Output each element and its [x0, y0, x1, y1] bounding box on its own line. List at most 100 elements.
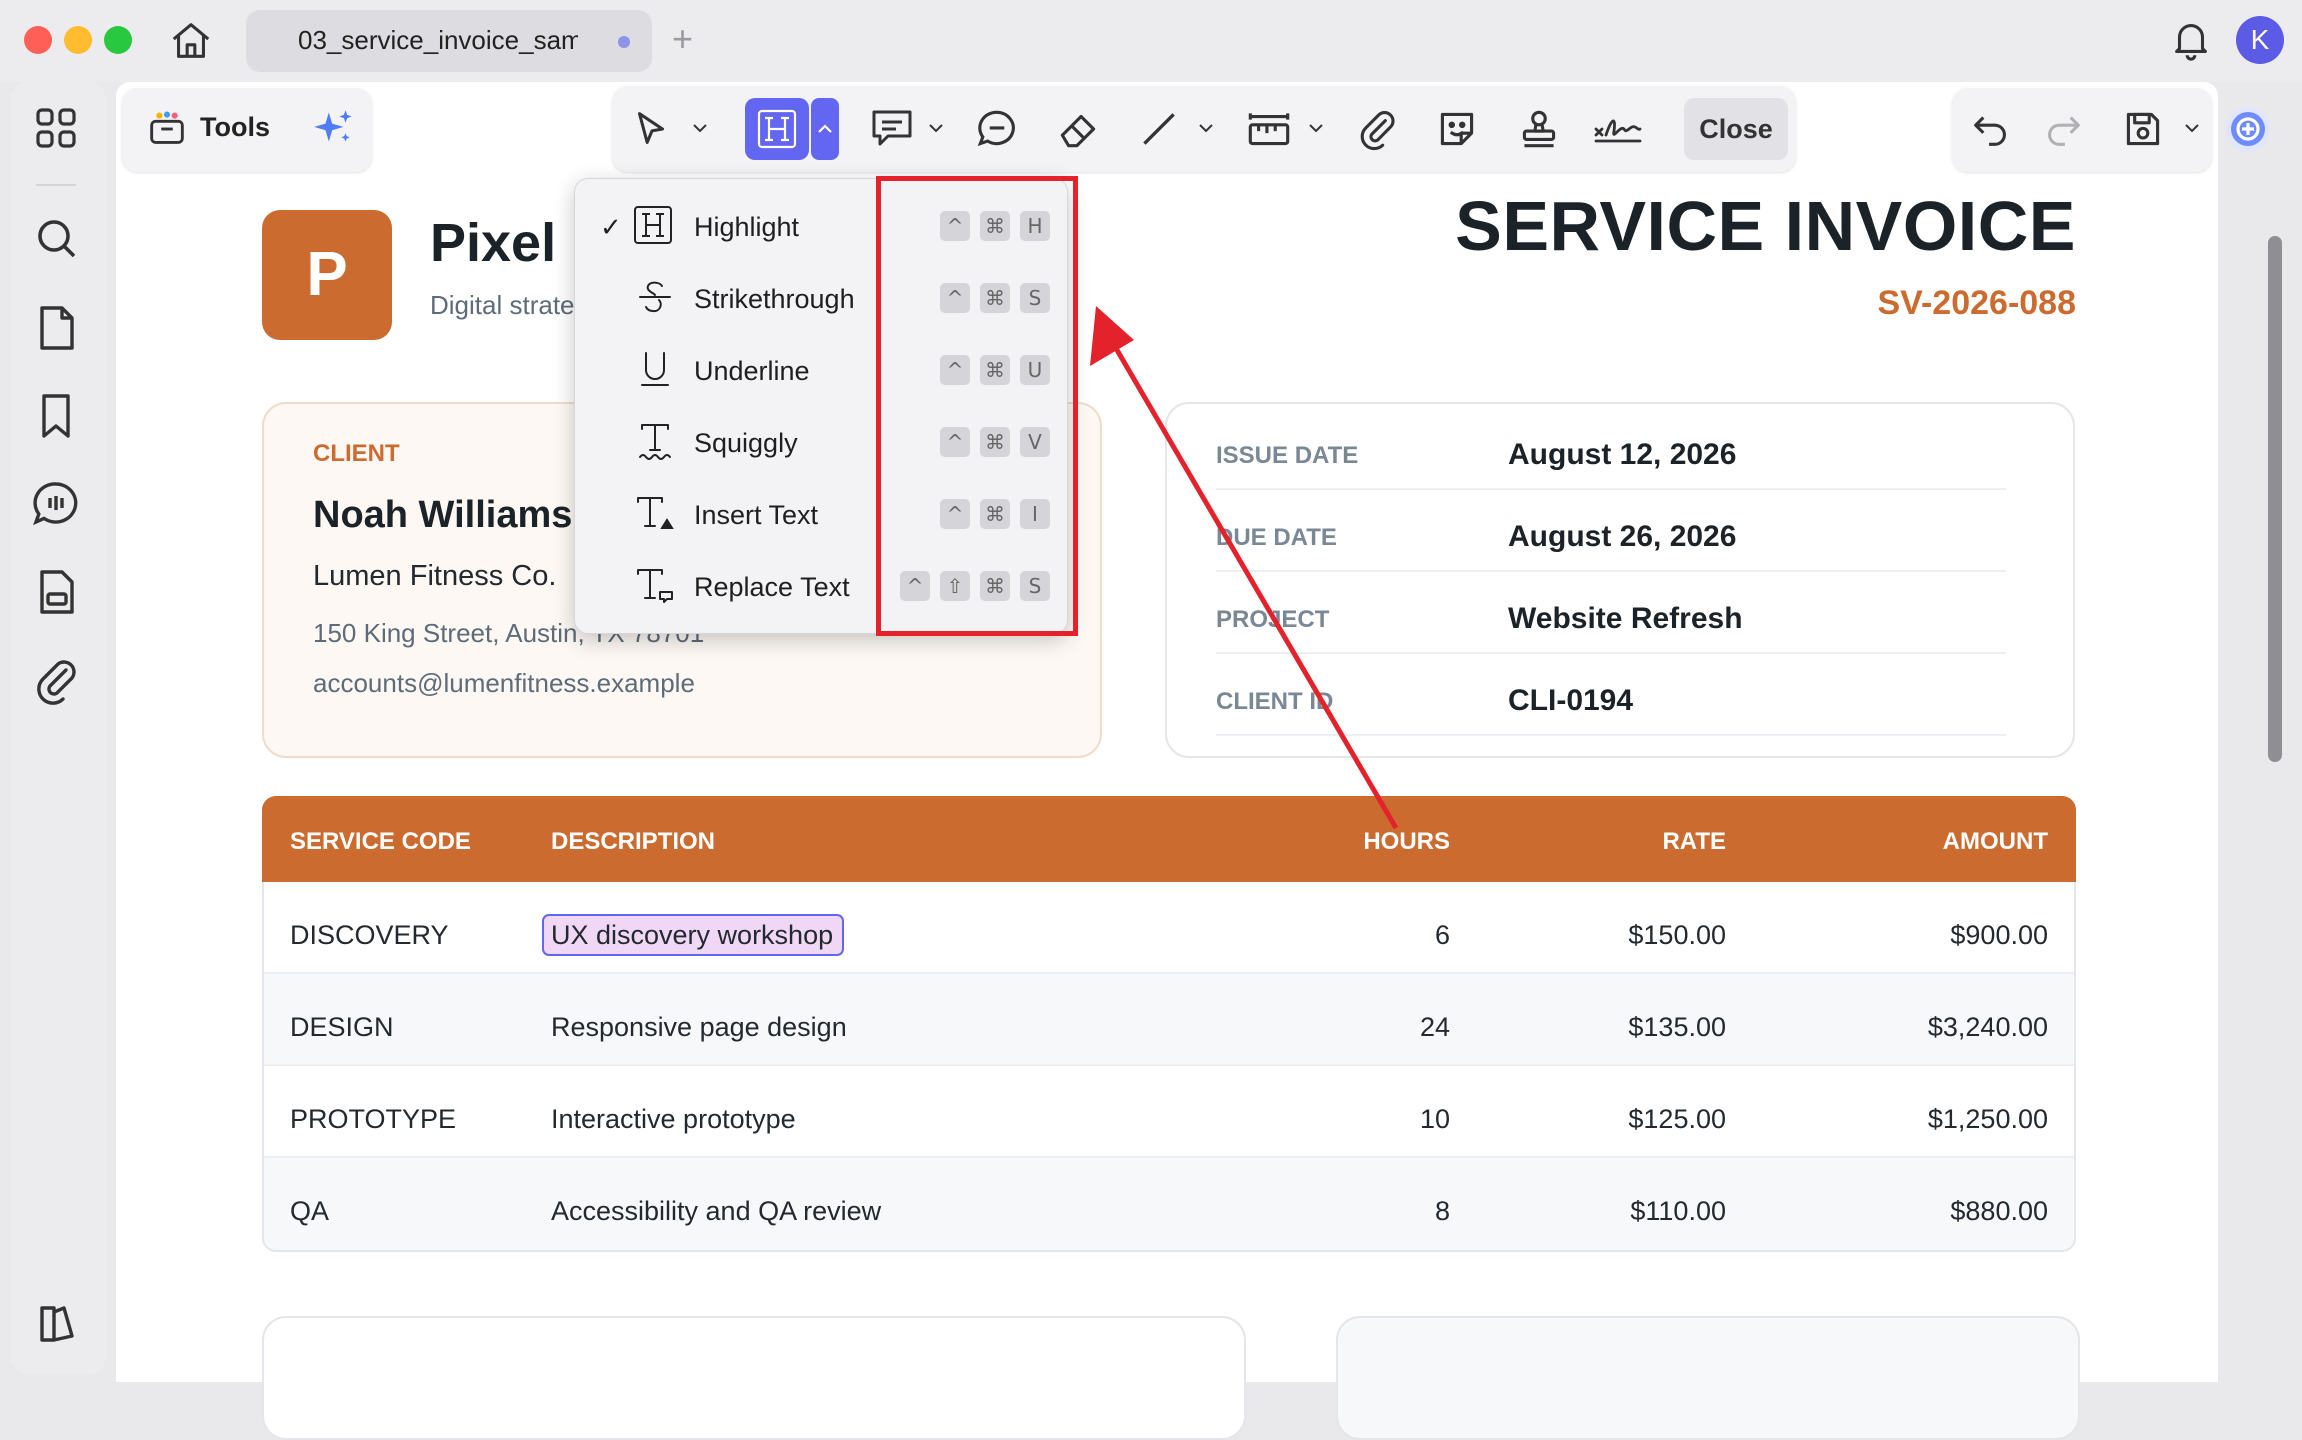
cell-amount: $900.00	[1950, 920, 2048, 950]
form-field-icon[interactable]	[24, 560, 88, 624]
cell-code: QA	[290, 1196, 330, 1226]
cell-amount: $3,240.00	[1927, 1012, 2048, 1042]
cell-rate: $135.00	[1628, 1012, 1726, 1042]
ai-assistant-icon[interactable]	[2220, 98, 2276, 160]
notes-card	[262, 1316, 1246, 1440]
minimize-window-button[interactable]	[64, 26, 92, 54]
maximize-window-button[interactable]	[104, 26, 132, 54]
highlight-icon	[632, 204, 674, 246]
measure-icon[interactable]	[1242, 104, 1296, 154]
cell-hours: 24	[1419, 1012, 1450, 1042]
eraser-icon[interactable]	[1054, 104, 1104, 154]
checkmark-icon: ✓	[600, 212, 622, 242]
meta-label: ISSUE DATE	[1216, 442, 1359, 469]
cell-amount: $1,250.00	[1927, 1104, 2048, 1134]
totals-card	[1336, 1316, 2080, 1440]
company-logo: P	[262, 210, 392, 340]
signature-icon[interactable]	[1590, 104, 1646, 154]
meta-label: PROJECT	[1216, 606, 1330, 633]
avatar[interactable]: K	[2236, 16, 2284, 64]
sidebar-divider	[36, 184, 76, 186]
cell-rate: $110.00	[1630, 1196, 1726, 1226]
meta-label: CLIENT ID	[1216, 688, 1334, 715]
chevron-down-icon[interactable]	[688, 116, 712, 140]
attach-file-icon[interactable]	[1352, 104, 1402, 154]
insert-text-icon	[634, 492, 676, 534]
cell-code: PROTOTYPE	[290, 1104, 457, 1134]
select-pointer-icon[interactable]	[628, 106, 674, 152]
chevron-down-icon[interactable]	[1304, 116, 1328, 140]
replace-text-icon	[634, 564, 676, 606]
cell-rate: $125.00	[1628, 1104, 1726, 1134]
apps-grid-icon[interactable]	[24, 96, 88, 160]
meta-value: August 12, 2026	[1508, 438, 1737, 471]
comment-icon[interactable]	[24, 472, 88, 536]
chevron-down-icon[interactable]	[924, 116, 948, 140]
left-sidebar	[10, 82, 106, 1374]
close-toolbar-button[interactable]: Close	[1684, 98, 1788, 160]
company-name: Pixel	[430, 213, 557, 273]
column-header: SERVICE CODE	[290, 828, 471, 855]
toolbox-icon[interactable]	[144, 106, 190, 152]
text-comment-icon[interactable]	[866, 104, 918, 154]
line-tool-icon[interactable]	[1134, 104, 1184, 154]
cell-amount: $880.00	[1950, 1196, 2048, 1226]
save-icon[interactable]	[2118, 104, 2168, 154]
ai-sparkle-icon[interactable]	[308, 104, 358, 154]
highlight-tool-button[interactable]	[745, 98, 809, 160]
unsaved-dot	[618, 36, 630, 48]
sticker-icon[interactable]	[1432, 104, 1482, 154]
menu-item-label: Strikethrough	[694, 284, 855, 314]
undo-icon[interactable]	[1968, 106, 2014, 152]
bookmark-icon[interactable]	[24, 384, 88, 448]
shortcut-callout-box	[876, 176, 1078, 636]
invoice-title: SERVICE INVOICE	[1455, 187, 2076, 265]
menu-item-label: Highlight	[694, 212, 800, 242]
page-icon[interactable]	[24, 296, 88, 360]
note-icon[interactable]	[972, 104, 1022, 154]
redo-icon[interactable]	[2040, 106, 2086, 152]
table-row	[264, 1158, 2074, 1250]
close-window-button[interactable]	[24, 26, 52, 54]
theme-icon[interactable]	[24, 1292, 88, 1356]
search-icon[interactable]	[24, 206, 88, 270]
column-header: DESCRIPTION	[551, 828, 716, 855]
new-tab-button[interactable]: +	[672, 18, 693, 60]
bell-icon[interactable]	[2168, 16, 2214, 62]
cell-description: Responsive page design	[551, 1012, 847, 1042]
menu-item-label: Squiggly	[694, 428, 798, 458]
menu-item-label: Underline	[694, 356, 810, 386]
column-header: HOURS	[1363, 828, 1450, 855]
menu-item-label: Replace Text	[694, 572, 850, 602]
invoice-number: SV-2026-088	[1877, 284, 2077, 322]
client-label: CLIENT	[313, 440, 400, 467]
table-row	[264, 974, 2074, 1066]
company-tagline: Digital strate	[430, 290, 575, 320]
chevron-down-icon[interactable]	[1194, 116, 1218, 140]
tab-title: 03_service_invoice_sam	[298, 25, 578, 55]
meta-value: August 26, 2026	[1508, 520, 1737, 553]
highlight-options-button[interactable]	[811, 98, 839, 160]
column-header: AMOUNT	[1942, 828, 2048, 855]
attachment-icon[interactable]	[24, 648, 88, 712]
strikethrough-icon	[634, 276, 676, 318]
cell-hours: 10	[1419, 1104, 1450, 1134]
stamp-icon[interactable]	[1514, 104, 1564, 154]
chevron-down-icon[interactable]	[2180, 116, 2204, 140]
cell-description: Interactive prototype	[551, 1104, 796, 1134]
cell-hours: 8	[1434, 1196, 1450, 1226]
tools-label[interactable]: Tools	[200, 112, 270, 143]
cell-hours: 6	[1434, 920, 1450, 950]
document-tab[interactable]: 03_service_invoice_sam	[246, 10, 652, 72]
squiggly-icon	[634, 420, 676, 462]
table-header	[262, 796, 2076, 882]
underline-icon	[634, 348, 676, 390]
home-icon[interactable]	[168, 18, 214, 64]
meta-label: DUE DATE	[1216, 524, 1337, 551]
column-header: RATE	[1662, 828, 1726, 855]
client-email: accounts@lumenfitness.example	[313, 668, 695, 698]
vertical-scrollbar[interactable]	[2268, 236, 2282, 762]
menu-item-label: Insert Text	[694, 500, 819, 530]
cell-rate: $150.00	[1628, 920, 1726, 950]
meta-value: CLI-0194	[1508, 684, 1634, 717]
